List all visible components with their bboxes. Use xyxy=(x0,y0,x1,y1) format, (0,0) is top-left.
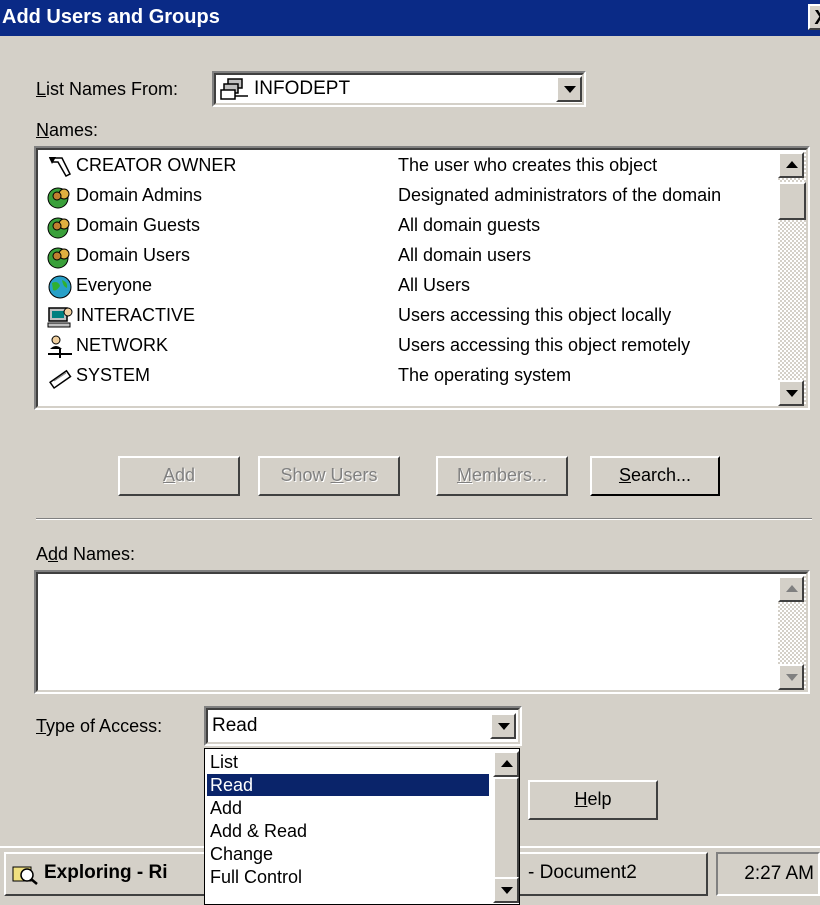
type-of-access-label: Type of Access: xyxy=(36,716,163,736)
global-group-icon xyxy=(47,247,70,269)
names-scroll-down-button[interactable] xyxy=(778,380,804,406)
interactive-icon xyxy=(47,307,73,328)
members-button[interactable]: Members... xyxy=(436,456,568,496)
dropdown-option[interactable]: Change xyxy=(207,843,489,865)
dropdown-option[interactable]: Add xyxy=(207,797,489,819)
taskbar-button-exploring[interactable]: Exploring - Ri xyxy=(4,852,224,896)
system-icon xyxy=(49,369,72,390)
help-button[interactable]: Help xyxy=(528,780,658,820)
domain-computers-icon xyxy=(220,78,248,100)
taskbar-clock: 2:27 AM xyxy=(716,852,820,896)
dropdown-option-selected[interactable]: Read xyxy=(207,774,489,796)
type-of-access-dropdown-list[interactable]: List Read Add Add & Read Change Full Con… xyxy=(204,748,520,905)
dropdown-scroll-down-button[interactable] xyxy=(493,877,519,903)
names-list-rows: CREATOR OWNER The user who creates this … xyxy=(40,152,774,406)
creator-owner-icon xyxy=(48,157,72,177)
show-users-button[interactable]: Show Users xyxy=(258,456,400,496)
taskbar-button-document[interactable]: - Document2 xyxy=(492,852,708,896)
title-bar: Add Users and Groups X xyxy=(0,0,820,36)
close-button[interactable]: X xyxy=(808,4,820,30)
type-of-access-value: Read xyxy=(212,715,258,736)
names-scroll-thumb[interactable] xyxy=(778,182,806,220)
dropdown-option[interactable]: Add & Read xyxy=(207,820,489,842)
dropdown-option[interactable]: List xyxy=(207,751,489,773)
window-title: Add Users and Groups xyxy=(2,6,220,28)
add-names-textarea[interactable] xyxy=(34,570,810,694)
list-names-from-value: INFODEPT xyxy=(254,78,351,99)
separator xyxy=(36,518,812,520)
search-button[interactable]: Search... xyxy=(590,456,720,496)
add-names-label: Add Names: xyxy=(36,544,136,564)
dropdown-option[interactable]: Full Control xyxy=(207,866,489,888)
list-names-from-label: List Names From: xyxy=(36,79,179,99)
list-names-from-dropdown-button[interactable] xyxy=(556,76,582,102)
names-scroll-up-button[interactable] xyxy=(778,152,804,178)
global-group-icon xyxy=(47,217,70,239)
network-icon xyxy=(48,335,72,358)
add-names-scroll-down-button[interactable] xyxy=(778,664,804,690)
global-group-icon xyxy=(47,187,70,209)
globe-icon xyxy=(48,275,72,299)
add-button[interactable]: Add xyxy=(118,456,240,496)
type-of-access-dropdown-button[interactable] xyxy=(490,713,516,739)
names-label: Names: xyxy=(36,120,99,140)
list-names-from-combobox[interactable]: INFODEPT xyxy=(212,71,586,107)
names-listbox[interactable]: CREATOR OWNER The user who creates this … xyxy=(34,146,810,410)
explorer-icon xyxy=(12,866,38,885)
type-of-access-combobox[interactable]: Read xyxy=(204,706,522,746)
close-icon: X xyxy=(814,7,820,29)
add-names-scroll-up-button[interactable] xyxy=(778,576,804,602)
dropdown-scroll-up-button[interactable] xyxy=(493,751,519,777)
